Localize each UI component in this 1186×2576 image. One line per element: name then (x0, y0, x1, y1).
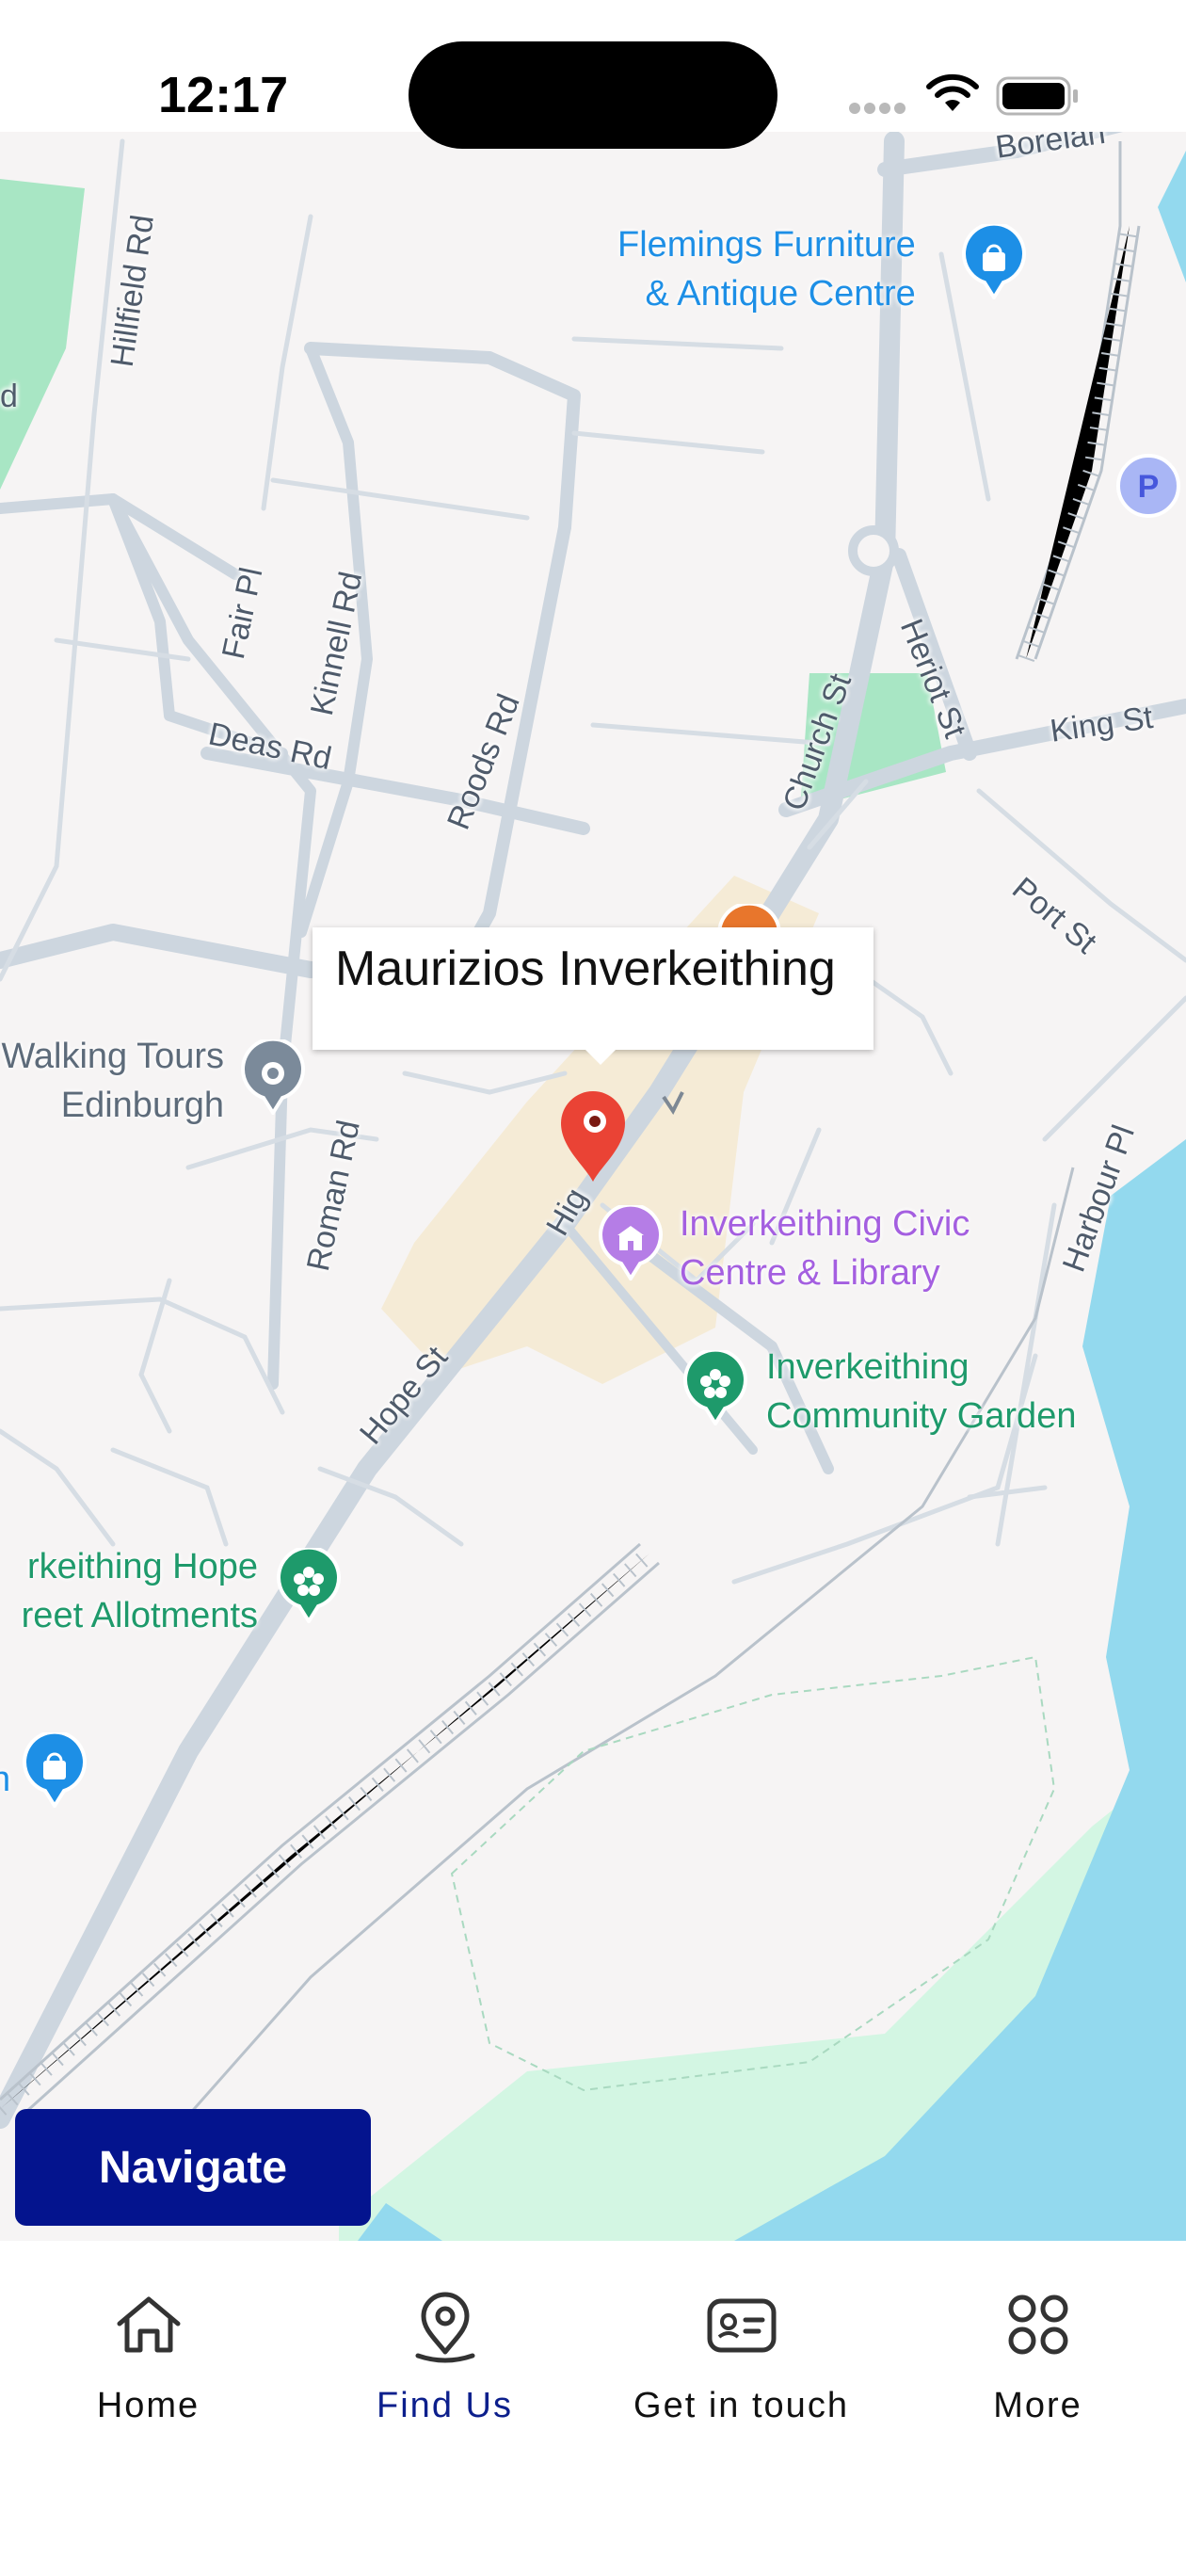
home-icon (117, 2296, 180, 2353)
dynamic-island (409, 41, 777, 149)
callout-title: Maurizios Inverkeithing (335, 942, 836, 996)
tab-bar: Home Find Us Get in touch More (0, 2241, 1186, 2576)
wifi-icon (926, 73, 979, 111)
tab-find-us[interactable]: Find Us (296, 2241, 593, 2448)
battery-icon (996, 76, 1078, 116)
poi-label-allotments[interactable]: rkeithing Hope reet Allotments (0, 1542, 258, 1640)
tab-label-home: Home (96, 2386, 200, 2425)
tab-home[interactable]: Home (0, 2241, 296, 2448)
tab-label-find-us: Find Us (377, 2386, 513, 2425)
poi-label-flemings[interactable]: Flemings Furniture & Antique Centre (617, 220, 916, 318)
signal-icon (849, 102, 909, 119)
poi-label-civic-centre[interactable]: Inverkeithing Civic Centre & Library (680, 1199, 970, 1297)
screen: 12:17 Hillfield Rd Fair Pl Kinnell Rd De… (0, 0, 1186, 2576)
location-pin-icon[interactable] (557, 1087, 629, 1185)
flower-icon[interactable] (275, 1548, 343, 1623)
park-label: d (0, 378, 18, 414)
location-callout[interactable]: Maurizios Inverkeithing (313, 927, 873, 1065)
map-view[interactable]: Hillfield Rd Fair Pl Kinnell Rd Deas Rd … (0, 132, 1186, 2241)
tab-get-in-touch[interactable]: Get in touch (593, 2241, 890, 2448)
tab-label-more: More (993, 2386, 1082, 2425)
contact-card-icon (707, 2298, 776, 2353)
location-icon (415, 2292, 474, 2363)
status-time: 12:17 (158, 67, 289, 123)
tab-more[interactable]: More (890, 2241, 1186, 2448)
poi-label-community-garden[interactable]: Inverkeithing Community Garden (766, 1343, 1076, 1441)
status-bar: 12:17 (0, 0, 1186, 149)
shopping-bag-icon[interactable] (960, 224, 1028, 299)
svg-text:P: P (1138, 469, 1160, 505)
tab-label-get-in-touch: Get in touch (633, 2386, 849, 2425)
map-base (0, 132, 1186, 2241)
shopping-bag-icon[interactable] (21, 1732, 88, 1808)
grid-icon (1008, 2294, 1067, 2355)
parking-icon[interactable]: P (1114, 452, 1182, 527)
poi-label-shop-left[interactable]: n (0, 1755, 10, 1804)
poi-label-walking-tours[interactable]: Walking Tours Edinburgh (0, 1032, 224, 1130)
flower-icon[interactable] (681, 1350, 749, 1425)
landmark-icon[interactable] (239, 1039, 307, 1115)
building-icon[interactable] (597, 1205, 665, 1280)
navigate-button[interactable]: Navigate (15, 2109, 371, 2226)
